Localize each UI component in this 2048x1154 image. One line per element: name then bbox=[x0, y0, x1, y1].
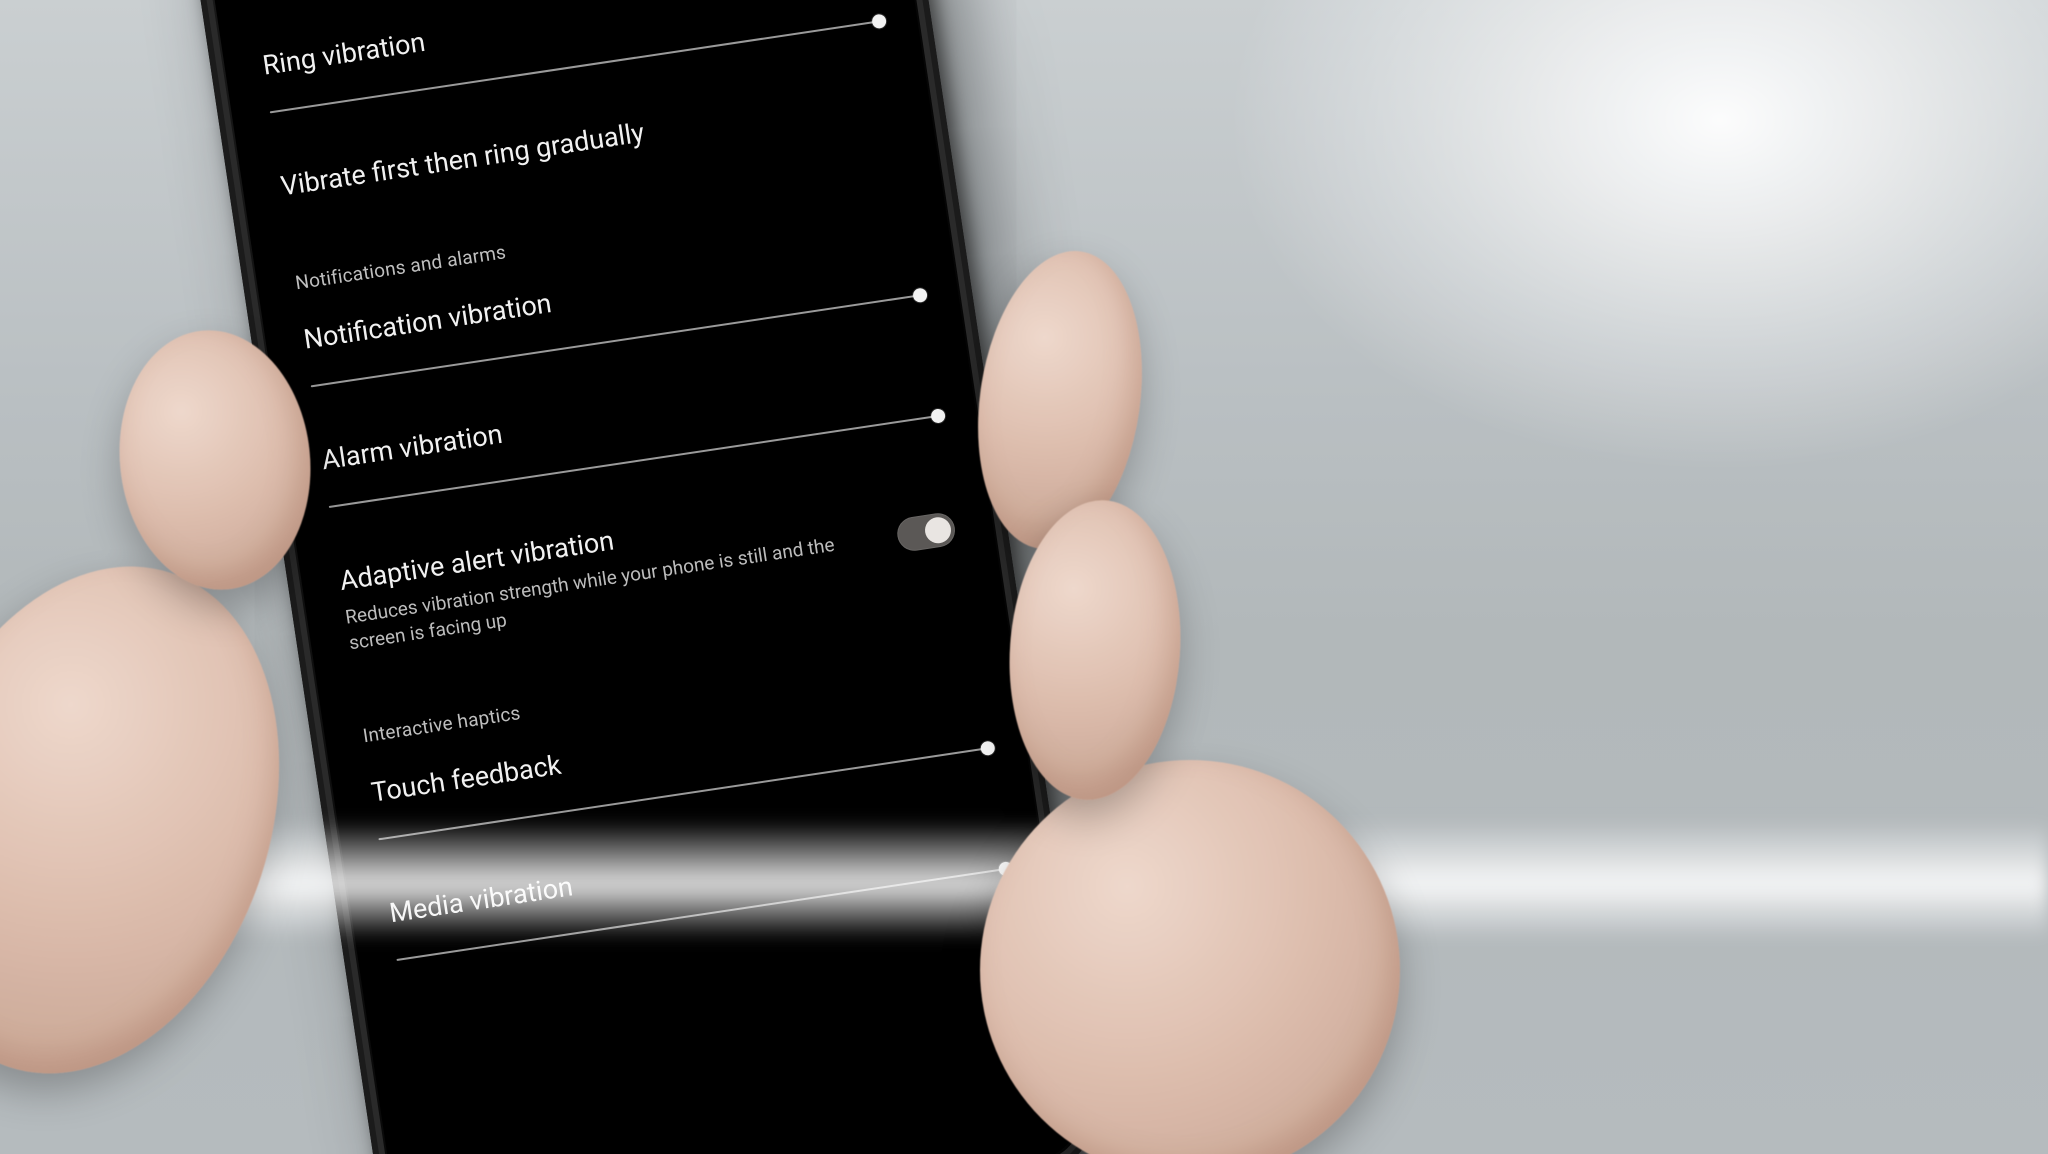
setting-label: Notification vibration bbox=[302, 233, 916, 356]
slider-thumb-icon[interactable] bbox=[871, 13, 887, 29]
slider-thumb-icon[interactable] bbox=[930, 408, 946, 424]
slider-thumb-icon[interactable] bbox=[998, 861, 1014, 877]
setting-label: Touch feedback bbox=[369, 686, 983, 809]
toggle-knob-icon bbox=[923, 515, 953, 545]
slider-thumb-icon[interactable] bbox=[912, 287, 928, 303]
vibration-settings-list[interactable]: Ring vibration Vibrate first then ring g… bbox=[193, 0, 1047, 995]
media-vibration-slider[interactable] bbox=[396, 868, 1006, 961]
phone-screen[interactable]: Ring vibration Vibrate first then ring g… bbox=[193, 0, 1086, 1154]
adaptive-alert-toggle[interactable] bbox=[895, 511, 957, 553]
setting-label: Media vibration bbox=[387, 807, 1001, 930]
slider-thumb-icon[interactable] bbox=[980, 741, 996, 757]
phone-frame: Ring vibration Vibrate first then ring g… bbox=[178, 0, 1103, 1154]
photo-scene: Ring vibration Vibrate first then ring g… bbox=[0, 0, 2048, 1154]
